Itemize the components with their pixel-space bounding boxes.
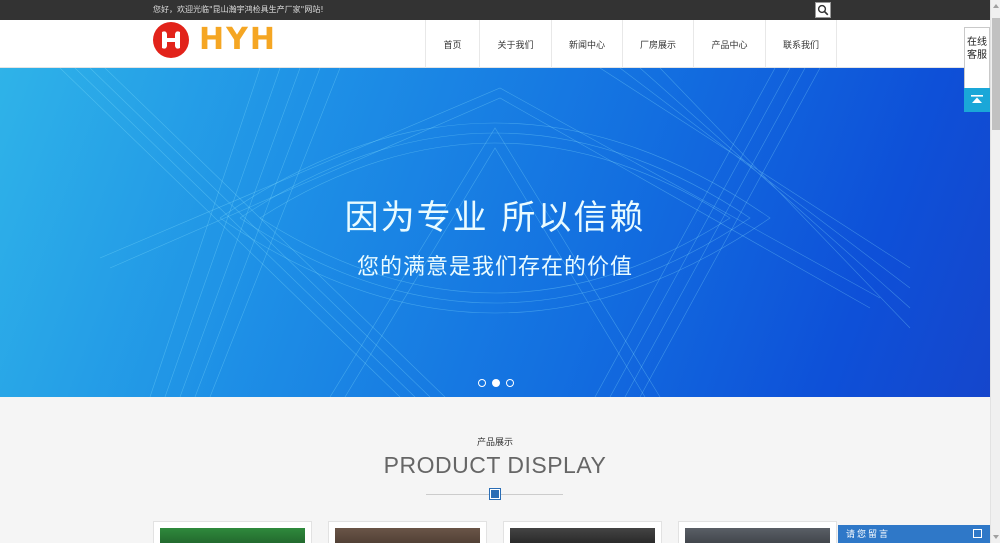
product-thumbnail [685,528,830,543]
nav-item-news[interactable]: 新闻中心 [552,20,623,68]
page-scrollbar[interactable] [990,0,1000,543]
welcome-text: 您好，欢迎光临"昆山瀚宇鸿检具生产厂家"网站! [153,5,324,14]
scrollbar-thumb[interactable] [992,18,1000,130]
back-to-top-button[interactable] [964,88,990,112]
product-cards [153,521,837,543]
main-nav: 首页 关于我们 新闻中心 厂房展示 产品中心 联系我们 [425,20,837,68]
scroll-down-icon[interactable] [993,535,999,539]
nav-item-factory[interactable]: 厂房展示 [623,20,694,68]
product-thumbnail [335,528,480,543]
product-card[interactable] [328,521,487,543]
product-card[interactable] [153,521,312,543]
site-header: HYH 首页 关于我们 新闻中心 厂房展示 产品中心 联系我们 [0,20,990,68]
leave-message-label: 请您留言 [846,530,891,540]
back-to-top-icon [971,95,983,103]
online-service-label: 在线客服 [967,37,987,61]
product-card[interactable] [503,521,662,543]
banner-subline: 您的满意是我们存在的价值 [356,255,633,280]
nav-item-about[interactable]: 关于我们 [480,20,552,68]
hero-banner[interactable]: 因为专业 所以信赖 您的满意是我们存在的价值 [0,68,990,397]
page: 您好，欢迎光临"昆山瀚宇鸿检具生产厂家"网站! HYH 首页 关于我们 新闻中心… [0,0,1000,543]
product-card[interactable] [678,521,837,543]
slider-dot-1[interactable] [478,379,486,387]
product-thumbnail [160,528,305,543]
search-button[interactable] [815,2,831,18]
divider-list-icon [489,488,501,500]
slider-dot-2[interactable] [492,379,500,387]
section-title-cn: 产品展示 [476,438,513,448]
slider-dot-3[interactable] [506,379,514,387]
logo-mark-icon [153,22,189,58]
nav-item-products[interactable]: 产品中心 [694,20,766,68]
logo[interactable]: HYH [153,22,283,58]
leave-message-widget[interactable]: 请您留言 [838,525,990,543]
section-title-en: PRODUCT DISPLAY [383,452,607,478]
scroll-up-icon[interactable] [993,4,999,8]
slider-dots [478,379,514,387]
top-bar: 您好，欢迎光临"昆山瀚宇鸿检具生产厂家"网站! [0,0,990,20]
nav-item-contact[interactable]: 联系我们 [766,20,837,68]
nav-item-home[interactable]: 首页 [426,20,480,68]
search-icon [817,4,829,16]
product-thumbnail [510,528,655,543]
minimize-icon[interactable] [973,529,982,538]
banner-headline: 因为专业 所以信赖 [344,198,646,238]
logo-text: HYH [199,22,277,57]
product-section: 产品展示 PRODUCT DISPLAY [0,397,990,543]
online-service-panel[interactable]: 在线客服 [964,27,990,112]
